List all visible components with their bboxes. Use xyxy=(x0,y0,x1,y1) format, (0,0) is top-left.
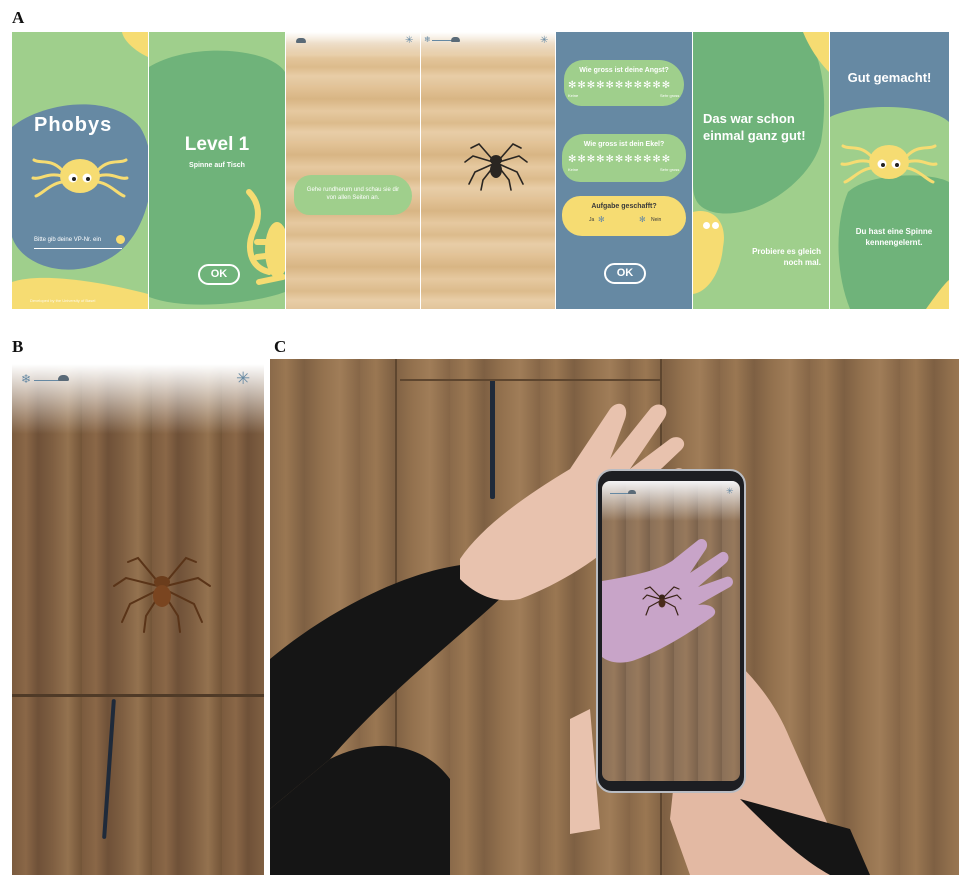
q2-low-label: Keine xyxy=(568,167,579,172)
try-again-body: Probiere es gleich noch mal. xyxy=(752,247,821,267)
screen-try-again: Das war schon einmal ganz gut! Probiere … xyxy=(693,32,829,309)
ar-phone-view-photo: ❄ ✳ xyxy=(12,364,264,875)
panel-label-a: A xyxy=(12,8,25,27)
screen-ar-instruction: ✳ Gehe rundherum und schau sie dir von a… xyxy=(286,32,420,309)
eye-icon xyxy=(712,222,719,229)
screen-level: Level 1 Spinne auf Tisch OK xyxy=(149,32,285,309)
spider-small-icon xyxy=(451,37,460,42)
screen-success: Gut gemacht! Du hast eine Spinne kenneng… xyxy=(830,32,949,309)
level-subtitle: Spinne auf Tisch xyxy=(189,162,245,169)
spider-small-icon xyxy=(296,38,306,43)
level-ok-button[interactable]: OK xyxy=(198,264,240,285)
spider-small-icon xyxy=(58,375,69,381)
cobweb-icon[interactable]: ✳ xyxy=(236,369,250,389)
question2-label: Wie gross ist dein Ekel? xyxy=(583,141,665,148)
rating-ok-button[interactable]: OK xyxy=(604,263,646,284)
plank-seam xyxy=(12,694,264,697)
answer-yes-label: Ja xyxy=(589,217,595,223)
disgust-rating-scale[interactable]: ✻✻✻✻✻✻✻✻✻✻✻ xyxy=(568,154,671,165)
screen-ar-spider: ❄ ✳ xyxy=(421,32,555,309)
level-title: Level 1 xyxy=(184,134,250,155)
spider-icon xyxy=(464,143,528,191)
success-body: Du hast eine Spinne kennengelernt. xyxy=(855,227,933,247)
screen-rating: Wie gross ist deine Angst? ✻✻✻✻✻✻✻✻✻✻✻ K… xyxy=(556,32,692,309)
success-title: Gut gemacht! xyxy=(847,70,932,85)
q1-high-label: Sehr gross xyxy=(660,93,680,98)
question3-label: Aufgabe geschafft? xyxy=(591,203,657,210)
spider-mascot-icon xyxy=(31,158,129,198)
try-again-title: Das war schon einmal ganz gut! xyxy=(703,111,806,143)
top-fade xyxy=(12,364,264,434)
q2-high-label: Sehr gross xyxy=(660,167,680,172)
instruction-text: Gehe rundherum und schau sie dir von all… xyxy=(306,187,400,201)
id-input-line[interactable] xyxy=(34,248,122,249)
answer-no-label: Nein xyxy=(651,217,662,223)
answer-no-option[interactable]: ✻ xyxy=(639,215,646,224)
phone-in-hand-photo: ✳ xyxy=(270,359,959,875)
app-logo: Phobys xyxy=(34,114,113,136)
question3-bubble xyxy=(562,196,686,236)
phone-screen[interactable]: ✳ xyxy=(602,481,740,781)
answer-yes-option[interactable]: ✻ xyxy=(598,215,605,224)
cobweb-icon: ✳ xyxy=(405,35,414,46)
top-fade xyxy=(286,32,420,58)
panel-label-c: C xyxy=(274,337,287,356)
snowflake-icon: ❄ xyxy=(21,372,32,386)
snowflake-icon: ❄ xyxy=(424,35,431,44)
smartphone[interactable]: ✳ xyxy=(596,469,746,793)
q1-low-label: Keine xyxy=(568,93,579,98)
peeking-eyes xyxy=(703,222,721,230)
hand-on-screen xyxy=(602,538,733,663)
submit-dot-button[interactable] xyxy=(116,235,125,244)
fear-rating-scale[interactable]: ✻✻✻✻✻✻✻✻✻✻✻ xyxy=(568,80,671,91)
wood-crack xyxy=(102,699,116,839)
panel-label-b: B xyxy=(12,337,24,356)
spider-icon xyxy=(642,586,682,616)
footer-text: Developed by the University of Basel xyxy=(30,298,96,303)
id-prompt: Bitte gib deine VP-Nr. ein xyxy=(34,237,102,243)
question1-label: Wie gross ist deine Angst? xyxy=(579,67,669,74)
spider-mascot-icon xyxy=(840,144,938,184)
spider-icon xyxy=(113,556,211,633)
eye-icon xyxy=(703,222,710,229)
top-fade xyxy=(421,32,555,58)
screen-login: Phobys Bitte gib deine VP-Nr. ein Develo… xyxy=(12,32,148,309)
cobweb-icon: ✳ xyxy=(540,35,549,46)
